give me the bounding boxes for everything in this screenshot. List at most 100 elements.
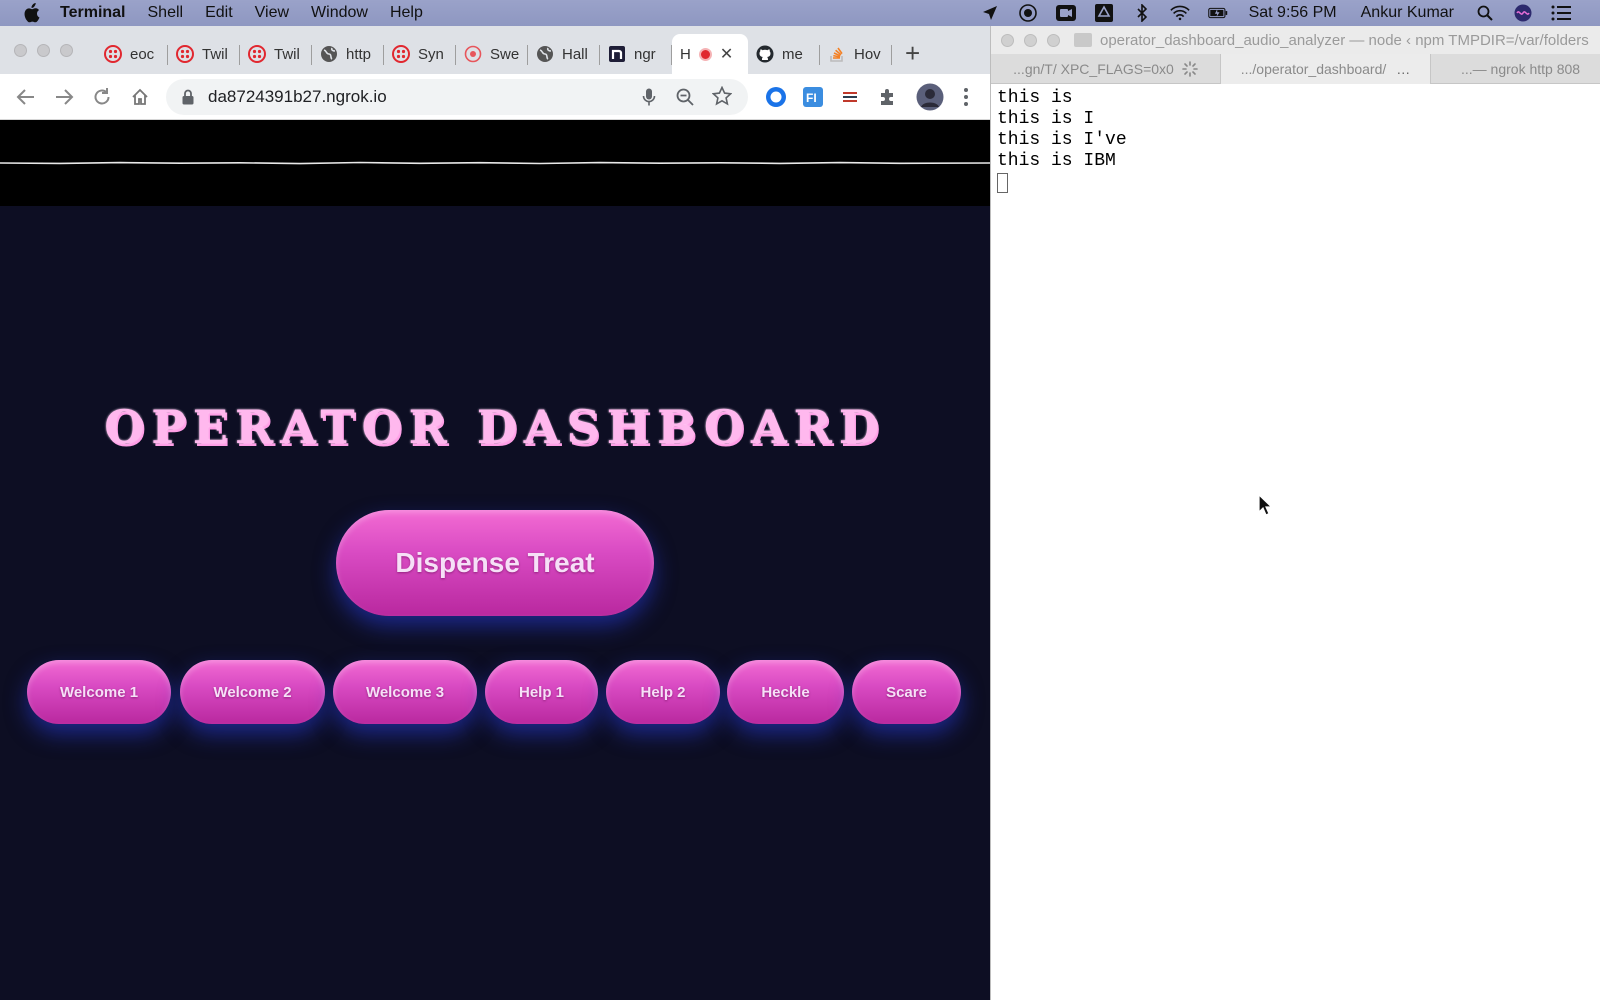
menu-shell[interactable]: Shell <box>148 4 184 22</box>
terminal-tab[interactable]: ...— ngrok http 808 <box>1431 54 1600 84</box>
recording-icon <box>698 47 712 61</box>
browser-tab[interactable]: me <box>748 34 820 74</box>
close-tab-icon[interactable]: ✕ <box>720 44 733 64</box>
welcome-1-button[interactable]: Welcome 1 <box>27 660 171 724</box>
microphone-icon[interactable] <box>642 88 656 111</box>
browser-toolbar: da8724391b27.ngrok.io FI <box>0 74 990 120</box>
browser-traffic-lights <box>14 44 83 57</box>
mouse-pointer-icon <box>1258 494 1272 516</box>
browser-tabs: eoc Twil Twil http Syn Swe Hall ngr H ✕ … <box>96 34 892 74</box>
notification-center-icon[interactable] <box>1551 4 1571 22</box>
spotlight-search-icon[interactable] <box>1475 4 1495 22</box>
heckle-button[interactable]: Heckle <box>727 660 844 724</box>
url-text: da8724391b27.ngrok.io <box>208 87 387 106</box>
browser-tab[interactable]: Swe <box>456 34 528 74</box>
location-arrow-icon[interactable] <box>980 4 1000 22</box>
help-1-button[interactable]: Help 1 <box>485 660 598 724</box>
tab-label: ngr <box>634 45 656 63</box>
terminal-tab[interactable]: ...gn/T/ XPC_FLAGS=0x0 <box>991 54 1221 84</box>
browser-tab[interactable]: Hov <box>820 34 892 74</box>
tab-strip: eoc Twil Twil http Syn Swe Hall ngr H ✕ … <box>0 26 990 74</box>
bluetooth-icon[interactable] <box>1132 4 1152 22</box>
tab-label: Hov <box>854 45 881 63</box>
terminal-zoom-button[interactable] <box>1047 33 1060 47</box>
menu-window[interactable]: Window <box>311 4 368 22</box>
wifi-icon[interactable] <box>1169 4 1190 22</box>
twilio-icon <box>176 45 194 63</box>
extension-fi-icon[interactable]: FI <box>801 85 825 109</box>
twilio-icon <box>248 45 266 63</box>
audio-waveform <box>0 161 990 165</box>
welcome-2-button[interactable]: Welcome 2 <box>180 660 325 724</box>
help-2-button[interactable]: Help 2 <box>606 660 720 724</box>
avatar[interactable] <box>916 83 944 111</box>
welcome-3-button[interactable]: Welcome 3 <box>333 660 477 724</box>
tab-label: Hall <box>562 45 588 63</box>
bookmark-star-icon[interactable] <box>711 85 733 111</box>
terminal-window: operator_dashboard_audio_analyzer — node… <box>990 26 1600 1000</box>
browser-tab[interactable]: Syn <box>384 34 456 74</box>
tab-label: H <box>680 45 691 63</box>
terminal-tab-label: .../operator_dashboard/ <box>1240 61 1387 77</box>
terminal-minimize-button[interactable] <box>1024 33 1037 47</box>
terminal-output[interactable]: this is this is I this is I've this is I… <box>997 88 1127 193</box>
lock-icon[interactable] <box>182 89 194 105</box>
back-arrow-icon[interactable] <box>14 85 38 109</box>
reload-icon[interactable] <box>90 85 114 109</box>
ngrok-icon <box>608 45 626 63</box>
browser-tab[interactable]: Twil <box>240 34 312 74</box>
browser-tab[interactable]: eoc <box>96 34 168 74</box>
terminal-traffic-lights <box>1001 33 1070 47</box>
terminal-tab-label: ...— ngrok http 808 <box>1461 61 1581 77</box>
menu-app-name[interactable]: Terminal <box>60 4 126 22</box>
forward-arrow-icon[interactable] <box>52 85 76 109</box>
dispense-treat-button[interactable]: Dispense Treat <box>336 510 654 616</box>
terminal-line: this is I <box>997 109 1095 129</box>
stackoverflow-icon <box>828 45 846 63</box>
browser-tab[interactable]: Twil <box>168 34 240 74</box>
screen-record-icon[interactable] <box>1018 4 1038 22</box>
menu-edit[interactable]: Edit <box>205 4 233 22</box>
terminal-close-button[interactable] <box>1001 33 1014 47</box>
extensions-puzzle-icon[interactable] <box>876 85 900 109</box>
twilio-icon <box>464 45 482 63</box>
globe-icon <box>536 45 554 63</box>
loading-spinner-icon <box>1182 61 1198 77</box>
home-icon[interactable] <box>128 85 152 109</box>
battery-icon[interactable] <box>1207 4 1228 22</box>
close-window-button[interactable] <box>14 44 27 57</box>
github-icon <box>756 45 774 63</box>
browser-tab[interactable]: http <box>312 34 384 74</box>
browser-tab-active[interactable]: H ✕ <box>672 34 748 74</box>
globe-icon <box>320 45 338 63</box>
terminal-tab-active[interactable]: .../operator_dashboard/ … <box>1221 54 1431 84</box>
menu-view[interactable]: View <box>255 4 289 22</box>
zoom-out-icon[interactable] <box>676 88 694 111</box>
tab-label: eoc <box>130 45 155 63</box>
extension-circle-icon[interactable] <box>764 85 788 109</box>
more-dots-icon: … <box>1396 61 1411 77</box>
more-menu-icon[interactable] <box>954 85 978 109</box>
tab-label: Syn <box>418 45 444 63</box>
siri-icon[interactable] <box>1513 4 1533 22</box>
google-drive-icon[interactable] <box>1094 4 1114 22</box>
new-tab-button[interactable]: + <box>905 40 920 66</box>
menu-user[interactable]: Ankur Kumar <box>1361 4 1454 22</box>
twilio-icon <box>104 45 122 63</box>
browser-tab[interactable]: ngr <box>600 34 672 74</box>
address-bar[interactable]: da8724391b27.ngrok.io <box>166 79 748 115</box>
terminal-line: this is <box>997 88 1073 108</box>
audio-visualizer-band <box>0 120 990 206</box>
minimize-window-button[interactable] <box>37 44 50 57</box>
tab-label: http <box>346 45 372 63</box>
extension-lines-icon[interactable] <box>838 85 862 109</box>
scare-button[interactable]: Scare <box>852 660 961 724</box>
menu-clock[interactable]: Sat 9:56 PM <box>1249 4 1337 22</box>
browser-tab[interactable]: Hall <box>528 34 600 74</box>
tab-label: Twil <box>274 45 300 63</box>
apple-icon[interactable] <box>22 3 46 23</box>
zoom-window-button[interactable] <box>60 44 73 57</box>
video-camera-icon[interactable] <box>1055 4 1076 22</box>
menu-help[interactable]: Help <box>390 4 423 22</box>
menu-bar: Terminal Shell Edit View Window Help Sat… <box>0 0 1600 26</box>
